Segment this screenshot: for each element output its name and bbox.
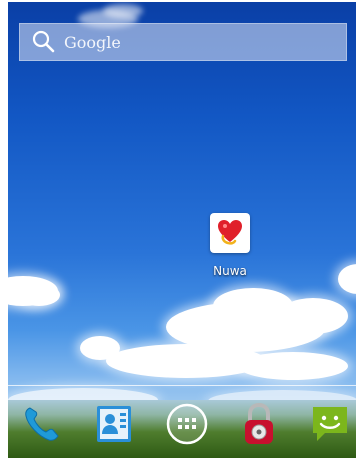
search-icon xyxy=(30,29,56,55)
phone-button[interactable] xyxy=(20,404,64,448)
padlock-app-button[interactable] xyxy=(237,402,281,448)
google-search-bar[interactable]: Google xyxy=(19,23,347,61)
contacts-icon xyxy=(93,403,135,450)
dock-divider xyxy=(8,385,356,386)
messaging-button[interactable] xyxy=(308,404,352,448)
dock xyxy=(8,398,356,458)
app-drawer-button[interactable] xyxy=(165,402,209,451)
padlock-icon xyxy=(238,401,280,452)
phone-icon xyxy=(21,403,63,450)
heart-bubble-icon xyxy=(215,216,245,251)
app-drawer-icon xyxy=(165,402,209,451)
contacts-button[interactable] xyxy=(92,404,136,448)
search-label: Google xyxy=(64,32,121,52)
home-screen: Google Nuwa xyxy=(8,2,356,458)
nuwa-app-shortcut[interactable] xyxy=(210,213,250,253)
messaging-icon xyxy=(309,403,351,450)
nuwa-app-label: Nuwa xyxy=(213,264,247,278)
